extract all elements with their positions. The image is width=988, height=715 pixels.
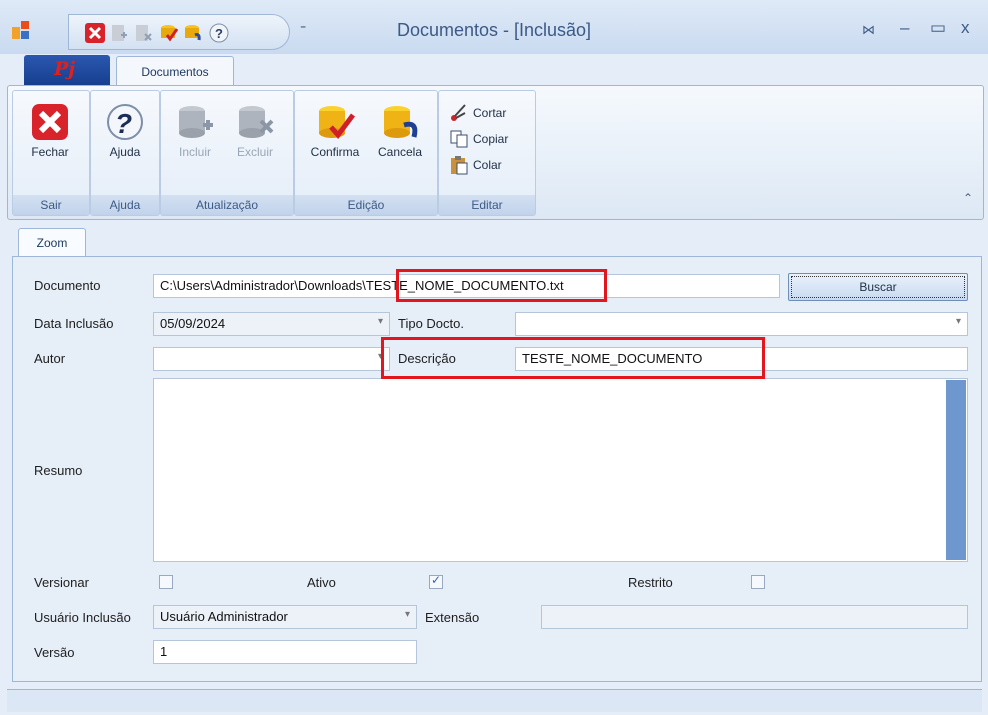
chevron-down-icon[interactable]: ▾ <box>956 316 961 327</box>
minimize-icon[interactable]: – <box>900 18 909 38</box>
data-inclusao-field[interactable]: 05/09/2024 ▾ <box>153 312 390 336</box>
buscar-button[interactable]: Buscar <box>788 273 968 301</box>
data-inclusao-label: Data Inclusão <box>34 316 114 331</box>
maximize-icon[interactable]: ▭ <box>930 18 946 38</box>
usuario-inclusao-label: Usuário Inclusão <box>34 610 131 625</box>
tipo-docto-label: Tipo Docto. <box>398 316 464 331</box>
copy-icon <box>450 130 468 148</box>
ajuda-button[interactable]: ? Ajuda <box>97 97 153 177</box>
cortar-label: Cortar <box>473 106 507 120</box>
versionar-checkbox[interactable] <box>159 575 173 589</box>
extensao-label: Extensão <box>425 610 480 625</box>
incluir-label: Incluir <box>178 145 211 159</box>
chevron-down-icon[interactable]: ▾ <box>405 609 410 620</box>
group-label-sair: Sair <box>13 195 89 215</box>
colar-button[interactable]: Colar <box>449 153 502 177</box>
excluir-button[interactable]: Excluir <box>227 97 283 177</box>
documentos-window: ? ⁼ Documentos - [Inclusão] ⋈ – ▭ x Pj D… <box>0 0 988 715</box>
group-editar: Cortar Copiar Colar Editar <box>438 90 536 216</box>
title-bar: ? ⁼ Documentos - [Inclusão] ⋈ – ▭ x <box>0 0 988 54</box>
cancel-icon <box>384 106 418 138</box>
window-title: Documentos - [Inclusão] <box>396 20 592 40</box>
group-label-atualizacao: Atualização <box>161 195 293 215</box>
confirma-label: Confirma <box>310 145 360 159</box>
group-edicao: Confirma Cancela Edição <box>294 90 438 216</box>
tipo-docto-select[interactable]: ▾ <box>515 312 968 336</box>
delete-record-icon <box>239 106 274 138</box>
svg-text:?: ? <box>115 108 132 139</box>
tab-zoom[interactable]: Zoom <box>18 228 86 257</box>
help-icon: ? <box>107 104 143 140</box>
add-record-icon <box>179 106 213 138</box>
versao-field[interactable]: 1 <box>153 640 417 664</box>
resumo-label: Resumo <box>34 463 83 478</box>
status-bar <box>7 689 982 712</box>
close-icon <box>32 104 68 140</box>
usuario-inclusao-field[interactable]: Usuário Administrador ▾ <box>153 605 417 629</box>
highlight-descricao <box>381 337 765 379</box>
restrito-checkbox[interactable] <box>751 575 765 589</box>
highlight-document-name <box>396 269 607 302</box>
extensao-field[interactable] <box>541 605 968 629</box>
cancela-label: Cancela <box>377 145 423 159</box>
versionar-label: Versionar <box>34 575 89 590</box>
app-logo-text: Pj <box>54 58 76 80</box>
colar-label: Colar <box>473 158 502 172</box>
excluir-label: Excluir <box>236 145 273 159</box>
scissors-icon <box>451 104 466 121</box>
resumo-textarea[interactable] <box>153 378 968 562</box>
group-atualizacao: Incluir Excluir Atualização <box>160 90 294 216</box>
incluir-button[interactable]: Incluir <box>167 97 223 177</box>
autor-label: Autor <box>34 351 66 366</box>
ribbon: Fechar Sair ? Ajuda Ajuda Incluir Exclui… <box>7 85 984 220</box>
group-label-ajuda: Ajuda <box>91 195 159 215</box>
confirm-icon <box>319 106 355 139</box>
data-inclusao-value: 05/09/2024 <box>160 316 226 331</box>
usuario-inclusao-value: Usuário Administrador <box>160 609 288 624</box>
copiar-button[interactable]: Copiar <box>449 127 508 151</box>
collapse-ribbon-icon[interactable]: ⌃ <box>963 191 973 205</box>
restrito-label: Restrito <box>628 575 673 590</box>
resumo-scrollbar[interactable] <box>946 380 966 560</box>
cancela-button[interactable]: Cancela <box>371 97 429 177</box>
autor-select[interactable]: ▾ <box>153 347 390 371</box>
fechar-button[interactable]: Fechar <box>22 97 78 177</box>
restore-icon[interactable]: ⋈ <box>862 22 875 38</box>
paste-icon <box>451 156 468 175</box>
versao-label: Versão <box>34 645 75 660</box>
documento-label: Documento <box>34 278 101 293</box>
confirma-button[interactable]: Confirma <box>303 97 367 177</box>
cortar-button[interactable]: Cortar <box>449 101 506 125</box>
fechar-label: Fechar <box>31 145 69 159</box>
group-label-editar: Editar <box>439 195 535 215</box>
group-sair: Fechar Sair <box>12 90 90 216</box>
group-label-edicao: Edição <box>295 195 437 215</box>
app-menu-button[interactable]: Pj <box>24 55 110 85</box>
group-ajuda: ? Ajuda Ajuda <box>90 90 160 216</box>
ativo-checkbox[interactable] <box>429 573 443 589</box>
ajuda-label: Ajuda <box>109 145 141 159</box>
close-window-icon[interactable]: x <box>961 18 970 38</box>
tab-documentos[interactable]: Documentos <box>116 56 234 87</box>
copiar-label: Copiar <box>473 132 509 146</box>
chevron-down-icon[interactable]: ▾ <box>378 316 383 327</box>
ativo-label: Ativo <box>307 575 336 590</box>
